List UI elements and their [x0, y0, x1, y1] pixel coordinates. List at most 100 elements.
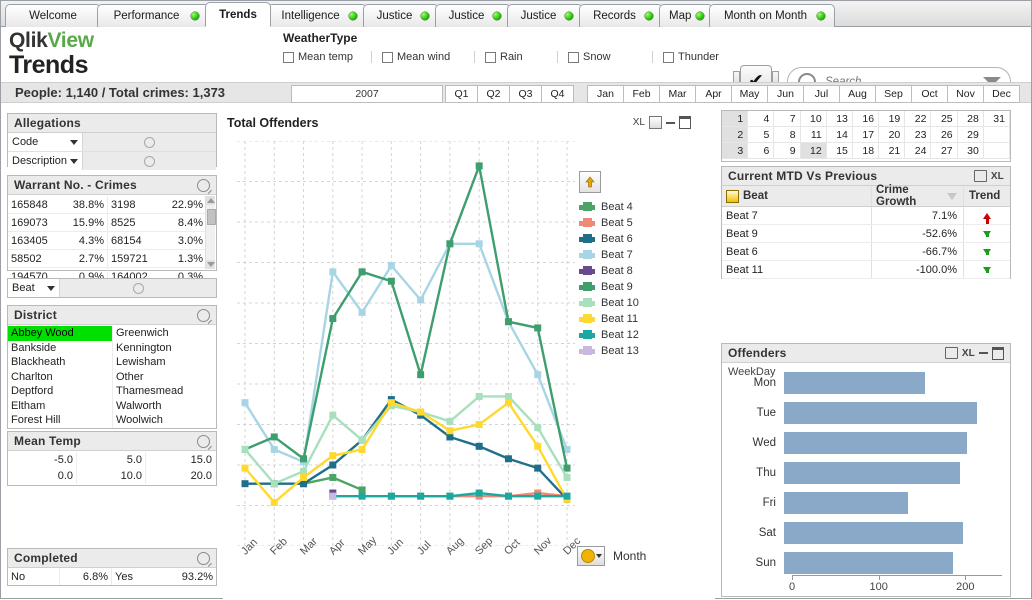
data-point[interactable] [446, 240, 454, 248]
data-point[interactable] [563, 473, 571, 481]
data-point[interactable] [241, 445, 249, 453]
data-point[interactable] [387, 262, 395, 270]
legend-item-beat-13[interactable]: Beat 13 [579, 343, 684, 359]
field-label-wrap[interactable]: Code [8, 133, 83, 151]
series-beat-9[interactable] [241, 161, 571, 472]
quarter-button-Q4[interactable]: Q4 [542, 85, 574, 103]
sort-ascending-icon[interactable] [726, 189, 739, 203]
mtd-col-growth[interactable]: Crime Growth [872, 184, 964, 208]
bar[interactable] [784, 432, 967, 454]
calendar-day-14[interactable]: 14 [826, 127, 853, 143]
completed-no-label[interactable]: No [8, 568, 60, 585]
legend-item-beat-8[interactable]: Beat 8 [579, 263, 684, 279]
scroll-up-button[interactable] [206, 196, 215, 205]
scroll-down-button[interactable] [206, 260, 215, 269]
month-button-Sep[interactable]: Sep [876, 85, 912, 103]
warrant-no[interactable]: 169073 [8, 214, 60, 231]
data-point[interactable] [329, 452, 337, 460]
tab-justice-5[interactable]: Justice [435, 4, 511, 27]
data-point[interactable] [300, 480, 308, 488]
calendar-day-1[interactable]: 1 [722, 111, 749, 127]
mtd-beat[interactable]: Beat 7 [722, 207, 872, 224]
data-point[interactable] [270, 498, 278, 506]
calendar-day-16[interactable]: 16 [852, 111, 880, 127]
bar[interactable] [784, 402, 978, 424]
data-point[interactable] [534, 424, 542, 432]
table-row[interactable]: Beat 9 -52.6% [722, 225, 1010, 243]
bar[interactable] [784, 492, 908, 514]
crime-no[interactable]: 68154 [108, 232, 160, 249]
data-point[interactable] [358, 445, 366, 453]
list-item[interactable]: Lewisham [113, 355, 216, 370]
data-point[interactable] [417, 492, 425, 500]
data-point[interactable] [270, 433, 278, 441]
data-point[interactable] [329, 268, 337, 276]
data-point[interactable] [329, 411, 337, 419]
month-button-Mar[interactable]: Mar [660, 85, 696, 103]
list-item[interactable]: Bankside [8, 341, 112, 356]
sort-descending-icon[interactable] [947, 192, 957, 200]
scroll-thumb[interactable] [207, 209, 216, 225]
maximize-icon[interactable] [679, 116, 691, 129]
bar[interactable] [784, 522, 964, 544]
warrant-no[interactable]: 165848 [8, 196, 60, 213]
month-button-May[interactable]: May [732, 85, 768, 103]
data-point[interactable] [534, 492, 542, 500]
data-point[interactable] [475, 489, 483, 497]
mean-temp-value[interactable]: 15.0 [146, 452, 215, 468]
weather-option-snow[interactable]: Snow [568, 51, 653, 63]
calendar-day-11[interactable]: 11 [800, 127, 827, 143]
search-icon[interactable] [194, 175, 213, 195]
mean-temp-value[interactable]: 20.0 [146, 468, 215, 484]
data-point[interactable] [241, 464, 249, 472]
calendar-day-20[interactable]: 20 [879, 127, 906, 143]
checkbox-icon[interactable] [382, 51, 393, 63]
beat-dropdown-body[interactable] [60, 279, 216, 297]
legend-item-beat-12[interactable]: Beat 12 [579, 327, 684, 343]
search-icon[interactable] [194, 305, 213, 325]
warrant-no[interactable]: 163405 [8, 232, 60, 249]
print-icon[interactable] [973, 170, 987, 182]
calendar-day-31[interactable]: 31 [983, 111, 1010, 127]
data-point[interactable] [534, 464, 542, 472]
mtd-beat[interactable]: Beat 11 [722, 261, 872, 278]
series-beat-13[interactable] [329, 492, 337, 500]
calendar-day-22[interactable]: 22 [905, 111, 932, 127]
series-beat-11[interactable] [241, 399, 571, 506]
crime-no[interactable]: 8525 [108, 214, 160, 231]
list-item[interactable]: Other [113, 370, 216, 385]
checkbox-icon[interactable] [283, 51, 294, 63]
bar[interactable] [784, 552, 953, 574]
year-selector[interactable]: 2007 [291, 85, 443, 103]
data-point[interactable] [241, 399, 249, 407]
minimize-icon[interactable] [979, 352, 988, 354]
chevron-down-icon[interactable] [70, 139, 78, 145]
tab-justice-4[interactable]: Justice [363, 4, 439, 27]
tab-records[interactable]: Records [579, 4, 663, 27]
data-point[interactable] [358, 486, 366, 494]
data-point[interactable] [475, 240, 483, 248]
data-point[interactable] [563, 492, 571, 500]
table-row[interactable]: 165848 38.8% 3198 22.9% [8, 196, 206, 214]
table-row[interactable]: Beat 7 7.1% [722, 207, 1010, 225]
export-excel-label[interactable]: XL [633, 117, 645, 128]
mtd-col-beat[interactable]: Beat [722, 186, 872, 206]
month-button-Jun[interactable]: Jun [768, 85, 804, 103]
bar[interactable] [784, 462, 960, 484]
data-point[interactable] [534, 442, 542, 450]
legend-item-beat-6[interactable]: Beat 6 [579, 231, 684, 247]
data-point[interactable] [329, 315, 337, 323]
month-button-Nov[interactable]: Nov [948, 85, 984, 103]
data-point[interactable] [475, 162, 483, 170]
calendar-day-3[interactable]: 3 [722, 143, 749, 159]
quarter-button-Q1[interactable]: Q1 [445, 85, 478, 103]
calendar-day-23[interactable]: 23 [905, 127, 932, 143]
data-point[interactable] [446, 492, 454, 500]
data-point[interactable] [475, 421, 483, 428]
data-point[interactable] [387, 277, 395, 285]
field-value-area[interactable] [83, 133, 216, 151]
tab-month-on-month[interactable]: Month on Month [709, 4, 835, 27]
cycle-dimension-button[interactable] [577, 546, 605, 566]
data-point[interactable] [563, 464, 571, 472]
calendar-day-4[interactable]: 4 [748, 111, 775, 127]
